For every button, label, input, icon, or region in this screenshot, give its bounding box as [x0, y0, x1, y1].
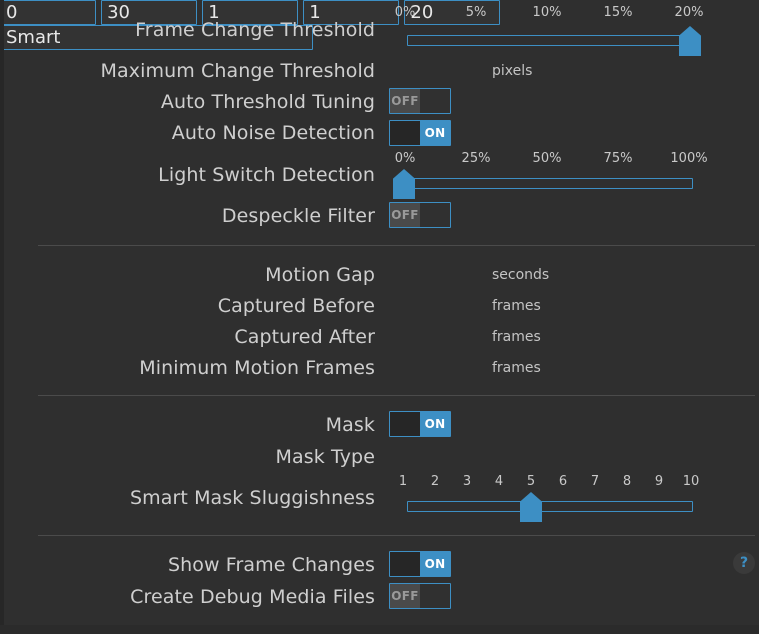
label-frame-change-threshold: Frame Change Threshold: [135, 19, 375, 41]
toggle-despeckle-filter[interactable]: OFF: [389, 202, 451, 228]
tick-label: 5%: [466, 5, 487, 20]
label-captured-before: Captured Before: [218, 295, 375, 317]
tick-label: 20%: [675, 5, 704, 20]
tick-label: 75%: [604, 151, 633, 166]
tick-label: 50%: [533, 151, 562, 166]
unit-minimum-motion-frames: frames: [492, 360, 541, 376]
label-auto-noise-detection: Auto Noise Detection: [172, 122, 375, 144]
label-captured-after: Captured After: [234, 326, 375, 348]
toggle-create-debug-media-files[interactable]: OFF: [389, 583, 451, 609]
input-maximum-change-threshold[interactable]: [0, 0, 96, 25]
tick-label: 3: [463, 474, 471, 489]
slider-handle-frame-change-threshold[interactable]: [679, 26, 701, 56]
window-bottom-edge: [0, 625, 759, 634]
tick-label: 8: [623, 474, 631, 489]
question-mark-icon: ?: [740, 556, 748, 570]
unit-motion-gap: seconds: [492, 267, 549, 283]
slider-frame-change-threshold[interactable]: 0% 5% 10% 15% 20%: [392, 5, 702, 53]
slider-ticks-frame-change-threshold: 0% 5% 10% 15% 20%: [392, 5, 702, 23]
tick-label: 5: [527, 474, 535, 489]
slider-light-switch-detection[interactable]: 0% 25% 50% 75% 100%: [392, 151, 702, 199]
label-mask-type: Mask Type: [275, 446, 375, 468]
toggle-auto-threshold-tuning[interactable]: OFF: [389, 88, 451, 114]
label-mask: Mask: [326, 414, 375, 436]
tick-label: 100%: [670, 151, 707, 166]
toggle-mask[interactable]: ON: [389, 411, 451, 437]
toggle-auto-noise-detection[interactable]: ON: [389, 120, 451, 146]
slider-ticks-light-switch-detection: 0% 25% 50% 75% 100%: [392, 151, 702, 169]
slider-track-smart-mask-sluggishness[interactable]: [407, 501, 693, 512]
slider-ticks-smart-mask-sluggishness: 1 2 3 4 5 6 7 8 9 10: [392, 474, 702, 492]
tick-label: 2: [431, 474, 439, 489]
toggle-knob: ON: [420, 552, 450, 576]
label-smart-mask-sluggishness: Smart Mask Sluggishness: [130, 487, 375, 509]
section-divider-1: [38, 245, 755, 246]
section-divider-3: [38, 535, 755, 536]
toggle-show-frame-changes[interactable]: ON: [389, 551, 451, 577]
label-auto-threshold-tuning: Auto Threshold Tuning: [161, 91, 375, 113]
label-maximum-change-threshold: Maximum Change Threshold: [101, 60, 375, 82]
label-despeckle-filter: Despeckle Filter: [222, 205, 375, 227]
label-create-debug-media-files: Create Debug Media Files: [130, 586, 375, 608]
label-motion-gap: Motion Gap: [265, 264, 375, 286]
tick-label: 0%: [395, 5, 416, 20]
label-light-switch-detection: Light Switch Detection: [158, 164, 375, 186]
settings-panel: Frame Change Threshold 0% 5% 10% 15% 20%…: [0, 0, 759, 634]
tick-label: 25%: [462, 151, 491, 166]
toggle-knob: OFF: [390, 584, 420, 608]
slider-smart-mask-sluggishness[interactable]: 1 2 3 4 5 6 7 8 9 10: [392, 474, 702, 522]
help-button[interactable]: ?: [733, 552, 755, 574]
label-show-frame-changes: Show Frame Changes: [168, 554, 375, 576]
tick-label: 1: [399, 474, 407, 489]
unit-captured-after: frames: [492, 329, 541, 345]
tick-label: 9: [655, 474, 663, 489]
slider-track-frame-change-threshold[interactable]: [407, 35, 693, 46]
tick-label: 7: [591, 474, 599, 489]
toggle-knob: OFF: [390, 89, 420, 113]
slider-handle-smart-mask-sluggishness[interactable]: [520, 492, 542, 522]
tick-label: 10: [683, 474, 700, 489]
unit-captured-before: frames: [492, 298, 541, 314]
toggle-knob: ON: [420, 121, 450, 145]
toggle-knob: ON: [420, 412, 450, 436]
tick-label: 6: [559, 474, 567, 489]
tick-label: 15%: [604, 5, 633, 20]
tick-label: 4: [495, 474, 503, 489]
toggle-knob: OFF: [390, 203, 420, 227]
unit-maximum-change-threshold: pixels: [492, 63, 532, 79]
section-divider-2: [38, 395, 755, 396]
window-left-edge: [0, 0, 4, 634]
slider-track-light-switch-detection[interactable]: [407, 178, 693, 189]
tick-label: 0%: [395, 151, 416, 166]
slider-handle-light-switch-detection[interactable]: [393, 169, 415, 199]
tick-label: 10%: [533, 5, 562, 20]
label-minimum-motion-frames: Minimum Motion Frames: [139, 357, 375, 379]
